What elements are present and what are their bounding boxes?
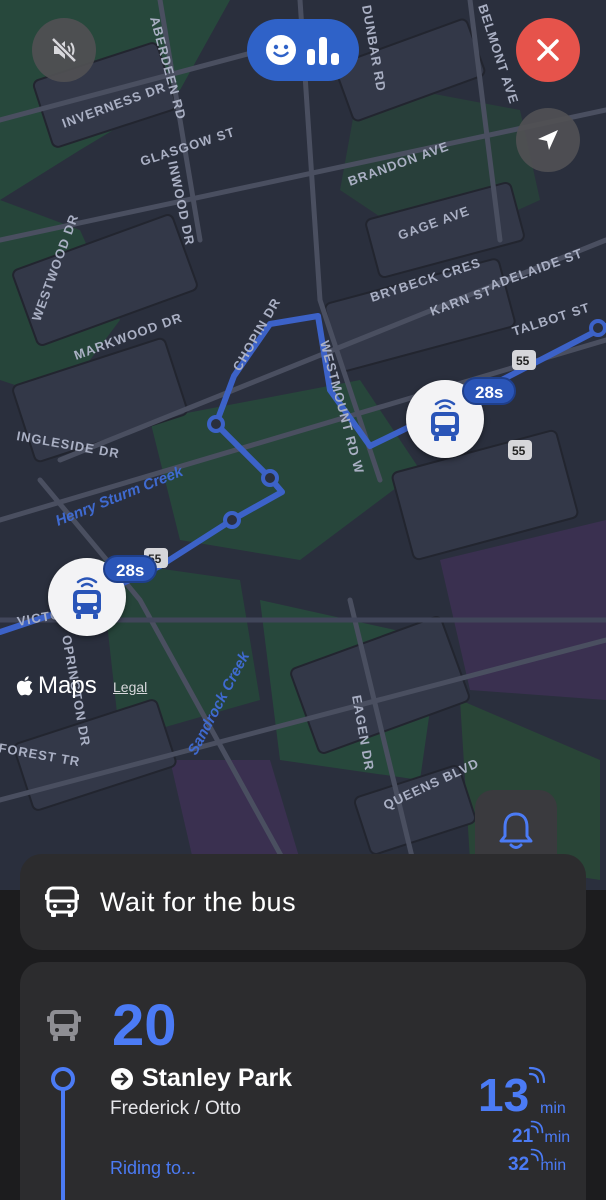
street-label: TALBOT ST xyxy=(510,300,592,339)
wait-for-bus-card[interactable]: Wait for the bus xyxy=(20,854,586,950)
map-canvas[interactable]: DUNBAR RD BELMONT AVE ABERDEEN RD INVERN… xyxy=(0,0,606,890)
arrival-unit: min xyxy=(540,1100,566,1117)
location-arrow-icon xyxy=(538,130,558,150)
route-bus-icon-wrap xyxy=(46,1006,82,1049)
mute-button[interactable] xyxy=(32,18,96,82)
wait-instruction: Wait for the bus xyxy=(100,886,297,917)
close-button[interactable] xyxy=(516,18,580,82)
realtime-signal-icon xyxy=(528,1066,546,1084)
bell-icon xyxy=(499,812,533,849)
bus-eta-badge: 28s xyxy=(103,555,158,583)
arrival-value: 13 xyxy=(478,1069,530,1121)
bus-icon xyxy=(73,577,101,619)
route-number: 20 xyxy=(112,993,177,1058)
riding-to-link[interactable]: Riding to... xyxy=(110,1158,196,1179)
close-icon xyxy=(537,39,559,61)
street-label: CHOPIN DR xyxy=(230,295,284,373)
boarding-stop-dot xyxy=(51,1067,75,1091)
highway-shield: 55 xyxy=(516,354,530,368)
realtime-signal-icon xyxy=(530,1120,544,1134)
arrival-unit: min xyxy=(540,1157,567,1174)
next-arrival: 13 min xyxy=(478,1068,566,1122)
bus-icon xyxy=(47,1010,81,1041)
apple-maps-logo: Maps xyxy=(16,672,97,700)
street-label: ADELAIDE ST xyxy=(488,245,585,293)
legal-link[interactable]: Legal xyxy=(113,679,147,695)
destination-row: Stanley Park xyxy=(110,1064,292,1093)
speaker-muted-icon xyxy=(51,37,77,63)
route-timeline xyxy=(61,1080,65,1200)
bar-chart-icon xyxy=(307,37,339,65)
boarding-stop-name: Frederick / Otto xyxy=(110,1098,241,1119)
feedback-button[interactable] xyxy=(247,19,359,81)
arrow-right-circle-icon xyxy=(111,1067,133,1090)
locate-me-button[interactable] xyxy=(516,108,580,172)
map-view[interactable]: DUNBAR RD BELMONT AVE ABERDEEN RD INVERN… xyxy=(0,0,606,890)
route-card[interactable]: 20 Stanley Park Frederick / Otto Riding … xyxy=(20,962,586,1200)
apple-logo-icon xyxy=(16,676,33,696)
highway-shield: 55 xyxy=(512,444,526,458)
smiley-icon xyxy=(266,35,296,65)
arrival-value: 32 xyxy=(508,1154,530,1175)
arrival-unit: min xyxy=(544,1129,571,1146)
bus-eta-badge: 28s xyxy=(462,377,517,405)
realtime-signal-icon xyxy=(530,1148,544,1162)
bus-icon xyxy=(45,886,79,917)
destination-name: Stanley Park xyxy=(142,1064,293,1092)
maps-logo-text: Maps xyxy=(38,672,97,699)
bus-icon xyxy=(431,399,459,441)
